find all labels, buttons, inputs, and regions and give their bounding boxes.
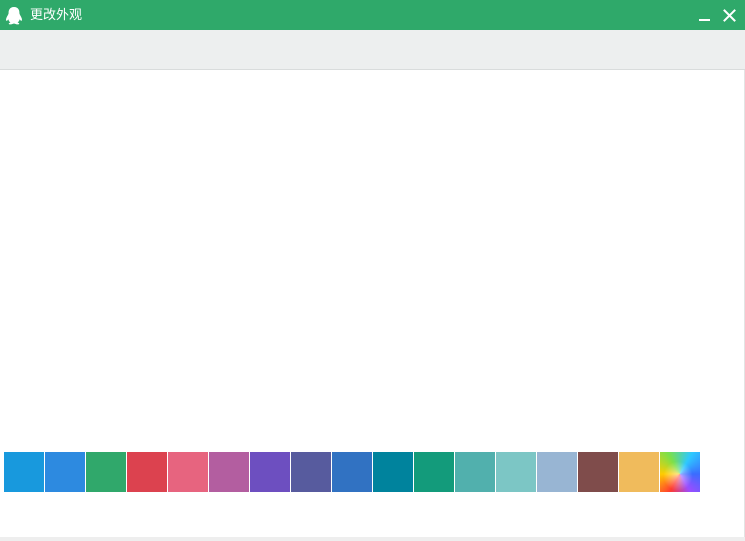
window-title: 更改外观 xyxy=(30,8,83,23)
swatch-violet[interactable] xyxy=(250,452,290,492)
penguin-icon xyxy=(4,6,24,25)
swatch-rainbow[interactable] xyxy=(660,452,700,492)
swatch-orchid[interactable] xyxy=(209,452,249,492)
swatch-blue[interactable] xyxy=(45,452,85,492)
swatch-royal-blue[interactable] xyxy=(332,452,372,492)
title-bar[interactable]: 更改外观 xyxy=(0,0,745,30)
swatch-pink[interactable] xyxy=(168,452,208,492)
swatch-aqua[interactable] xyxy=(455,452,495,492)
swatch-sea-green[interactable] xyxy=(414,452,454,492)
swatch-steel-blue[interactable] xyxy=(537,452,577,492)
swatch-red[interactable] xyxy=(127,452,167,492)
swatch-brown[interactable] xyxy=(578,452,618,492)
swatch-gold[interactable] xyxy=(619,452,659,492)
window-bottom-border xyxy=(0,537,745,541)
close-icon[interactable] xyxy=(722,8,737,23)
minimize-icon[interactable] xyxy=(697,8,712,23)
swatch-teal[interactable] xyxy=(373,452,413,492)
swatch-light-aqua[interactable] xyxy=(496,452,536,492)
toolbar xyxy=(0,30,745,70)
swatch-sky-blue[interactable] xyxy=(4,452,44,492)
swatch-indigo[interactable] xyxy=(291,452,331,492)
swatch-green[interactable] xyxy=(86,452,126,492)
